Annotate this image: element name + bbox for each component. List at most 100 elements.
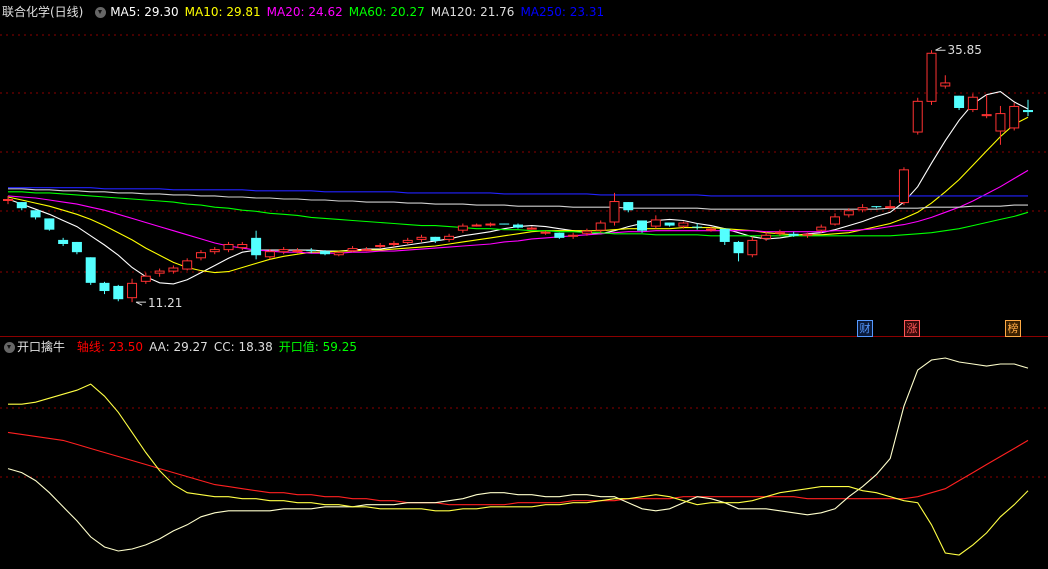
candle-body-down xyxy=(692,226,703,228)
candle-body-down xyxy=(306,250,317,252)
candle-body-down xyxy=(554,232,565,238)
candle-body-down xyxy=(788,233,799,236)
candle-body-up xyxy=(885,206,896,209)
stock-title: 联合化学(日线) xyxy=(2,5,84,19)
candle-body-up xyxy=(816,226,827,231)
candle-body-up xyxy=(223,243,234,251)
candle-body-down xyxy=(637,220,648,231)
ma-line-ma120 xyxy=(8,188,1028,210)
ma-line-ma250 xyxy=(8,187,1028,197)
candle-body-up xyxy=(264,251,275,258)
candle-body-down xyxy=(513,224,523,228)
candle-body-down xyxy=(99,282,110,292)
indicator-legend: 开口擒牛 轴线: 23.50 AA: 29.27 CC: 18.38 开口值: 59.… xyxy=(0,337,369,357)
candle-body-down xyxy=(30,210,41,218)
candle-body-up xyxy=(1009,105,1020,129)
candle-body-up xyxy=(127,282,138,299)
legend-ma10: MA10: 29.81 xyxy=(184,5,261,19)
candle-body-up xyxy=(912,100,923,133)
candle-body-up xyxy=(774,231,785,234)
legend-ma5: MA5: 29.30 xyxy=(110,5,179,19)
candle-body-up xyxy=(209,249,220,253)
event-badge[interactable]: 榜 xyxy=(1005,320,1021,337)
ma-line-ma10 xyxy=(7,116,1029,274)
candle-body-down xyxy=(664,222,675,226)
candle-body-down xyxy=(871,206,882,208)
candle-body-up xyxy=(830,216,841,225)
candle-body-up xyxy=(237,243,248,249)
main-legend: 联合化学(日线) MA5: 29.30 MA10: 29.81 MA20: 24.6… xyxy=(0,2,616,22)
candle-body-down xyxy=(623,202,634,211)
ma-line-ma20 xyxy=(7,169,1029,254)
candle-body-up xyxy=(375,245,386,248)
legend-ma250: MA250: 23.31 xyxy=(520,5,605,19)
candle-body-down xyxy=(44,218,55,230)
event-badge[interactable]: 涨 xyxy=(904,320,920,337)
candle-body-up xyxy=(402,239,413,243)
ma-line-ma5 xyxy=(7,91,1029,285)
candle-body-up xyxy=(705,228,716,231)
candle-body-up xyxy=(444,235,455,240)
candle-body-up xyxy=(3,198,13,201)
event-badge[interactable]: 财 xyxy=(857,320,873,337)
candle-body-up xyxy=(540,231,551,234)
candle-body-up xyxy=(195,252,206,259)
candle-body-up xyxy=(333,252,344,256)
low-marker-arrow xyxy=(135,301,147,306)
candle-body-up xyxy=(140,275,151,282)
candle-body-down xyxy=(733,241,744,254)
candle-body-up xyxy=(802,233,813,236)
candle-body-down xyxy=(71,241,82,253)
low-price-label: 11.21 xyxy=(148,296,182,310)
candle-body-up xyxy=(609,201,620,223)
candle-body-up xyxy=(761,234,772,239)
candle-body-down xyxy=(58,239,69,244)
candle-body-up xyxy=(388,242,399,246)
candle-body-down xyxy=(16,202,27,209)
high-price-label: 35.85 xyxy=(948,43,982,57)
candle-body-up xyxy=(416,236,427,240)
candle-body-up xyxy=(526,227,537,230)
candle-body-down xyxy=(85,257,96,283)
legend-ma60: MA60: 20.27 xyxy=(348,5,425,19)
candle-body-up xyxy=(650,219,661,227)
indicator-line-轴线 xyxy=(7,431,1029,506)
candle-body-up xyxy=(747,239,758,256)
candle-body-up xyxy=(940,82,951,87)
candle-body-down xyxy=(320,251,331,255)
candle-body-up xyxy=(581,230,592,234)
candle-body-up xyxy=(967,96,978,111)
chevron-down-icon[interactable] xyxy=(95,7,107,18)
chart-canvas: 35.85 11.21 xyxy=(0,34,1048,556)
candle-body-up xyxy=(995,113,1006,132)
candle-body-up xyxy=(981,114,992,117)
high-marker-arrow xyxy=(935,46,946,51)
candle-body-up xyxy=(292,250,303,253)
candle-body-up xyxy=(182,260,193,270)
legend-ma20: MA20: 24.62 xyxy=(266,5,343,19)
candle-body-up xyxy=(154,270,165,274)
candle-body-up xyxy=(595,222,606,231)
candle-body-up xyxy=(361,249,372,252)
candle-body-up xyxy=(347,248,358,252)
candle-body-up xyxy=(457,225,468,231)
candle-body-up xyxy=(471,224,482,227)
candle-body-down xyxy=(113,285,124,300)
candle-body-down xyxy=(1023,110,1033,113)
candle-body-down xyxy=(954,95,965,108)
candle-body-up xyxy=(168,267,179,272)
candle-body-up xyxy=(843,210,854,216)
indicator-legend-开口值: 开口值: 59.25 xyxy=(278,340,358,354)
candle-body-up xyxy=(278,249,289,253)
indicator-name: 开口擒牛 xyxy=(17,340,66,354)
candle-body-down xyxy=(251,237,262,256)
candle-body-up xyxy=(678,222,689,227)
candle-body-down xyxy=(499,223,510,225)
candle-body-up xyxy=(926,52,937,102)
candle-body-down xyxy=(719,228,730,242)
indicator-legend-aa: AA: 29.27 xyxy=(149,340,208,354)
candle-body-down xyxy=(430,236,441,241)
chevron-down-icon[interactable] xyxy=(4,342,15,353)
candle-body-up xyxy=(898,169,909,204)
candle-body-up xyxy=(857,207,868,211)
